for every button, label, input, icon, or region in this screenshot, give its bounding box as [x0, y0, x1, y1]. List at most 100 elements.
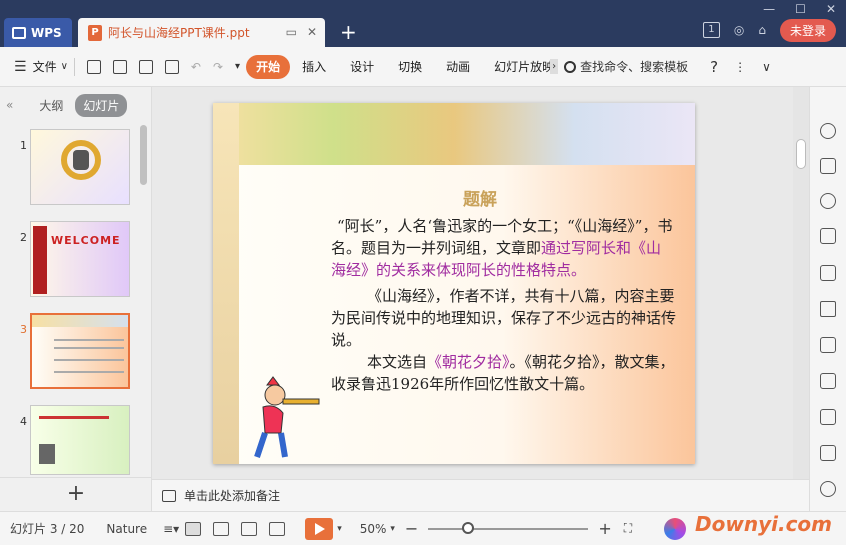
slide-editing-canvas: 题解 “阿长”，人名‘鲁迅家的一个女工；“《山海经》”，书名。题目为一并列词组，…: [152, 87, 809, 479]
zoom-slider-knob[interactable]: [462, 521, 475, 534]
more-options-icon[interactable]: ⋮: [734, 60, 746, 74]
star-icon[interactable]: [820, 123, 836, 139]
tab-start[interactable]: 开始: [246, 54, 291, 79]
reading-view-icon[interactable]: [241, 521, 258, 536]
settings-icon[interactable]: [820, 228, 836, 244]
thumbnail-row[interactable]: 1: [0, 129, 150, 207]
image-gallery-icon[interactable]: [820, 265, 836, 281]
status-bar: 幻灯片 3 / 20 Nature ≡▾ ▾ 50% ▾ − + ⛶ Downy…: [0, 511, 846, 545]
collapse-panel-icon[interactable]: «: [6, 98, 13, 112]
notes-placeholder[interactable]: 单击此处添加备注: [184, 487, 280, 504]
print-icon[interactable]: [138, 59, 153, 74]
hamburger-icon[interactable]: ☰: [14, 59, 27, 75]
add-slide-button[interactable]: +: [0, 477, 152, 511]
check-icon[interactable]: [820, 481, 836, 497]
current-slide[interactable]: 题解 “阿长”，人名‘鲁迅家的一个女工；“《山海经》”，书名。题目为一并列词组，…: [213, 103, 695, 464]
new-tab-plus-icon[interactable]: +: [340, 20, 357, 44]
tab-slides[interactable]: 幻灯片: [75, 93, 128, 117]
redo-icon[interactable]: ↷: [213, 60, 223, 74]
slide-paragraph-1[interactable]: “阿长”，人名‘鲁迅家的一个女工；“《山海经》”，书名。题目为一并列词组，文章即…: [331, 215, 676, 281]
save-icon[interactable]: [86, 59, 101, 74]
customize-icon[interactable]: ▾: [235, 61, 240, 72]
share-icon[interactable]: [820, 373, 836, 389]
thumbnail-number: 4: [20, 415, 27, 428]
paragraph-3-highlight: 《朝花夕拾》: [427, 353, 510, 371]
sound-icon[interactable]: [820, 445, 836, 461]
canvas-scrollbar[interactable]: [793, 87, 809, 479]
skin-icon[interactable]: ⌂: [758, 23, 766, 37]
play-options-icon[interactable]: ▾: [337, 524, 342, 534]
zoom-slider[interactable]: [428, 521, 589, 534]
wps-home-label: WPS: [31, 25, 62, 40]
search-icon: [564, 60, 577, 73]
cloud-sync-icon[interactable]: ◎: [734, 23, 744, 37]
slide-banner-image: [213, 103, 695, 165]
watermark-text: Downyi.com: [695, 512, 832, 536]
play-slideshow-button[interactable]: [305, 517, 334, 540]
thumbnail-row[interactable]: 2 WELCOME: [0, 221, 150, 299]
tab-insert[interactable]: 插入: [290, 55, 338, 79]
thumbnail-welcome-text: WELCOME: [51, 234, 121, 247]
slide-left-decoration: [213, 103, 239, 464]
thumbnail-number: 3: [20, 323, 27, 336]
thumbnail-number: 1: [20, 139, 27, 152]
notes-bar[interactable]: 单击此处添加备注: [152, 479, 809, 511]
wps-logo-icon: [12, 26, 26, 39]
login-button[interactable]: 未登录: [779, 18, 836, 42]
present-view-icon[interactable]: [269, 521, 286, 536]
format-painter-icon[interactable]: [112, 59, 127, 74]
fit-window-icon[interactable]: ⛶: [624, 521, 632, 536]
canvas-scroll-thumb[interactable]: [796, 139, 806, 169]
command-search[interactable]: 查找命令、搜索模板: [564, 58, 688, 75]
command-search-label: 查找命令、搜索模板: [580, 60, 689, 74]
slide-thumbnail[interactable]: WELCOME: [30, 221, 130, 297]
tab-slideshow[interactable]: 幻灯片放映: [482, 55, 550, 79]
zoom-out-icon[interactable]: −: [405, 519, 418, 538]
title-bar: WPS P 阿长与山海经PPT课件.ppt ▭ ✕ + — ☐ ✕ 1 ◎ ⌂ …: [0, 0, 846, 47]
slide-counter: 幻灯片 3 / 20: [10, 522, 85, 536]
help-icon[interactable]: ?: [710, 58, 718, 76]
slide-paragraph-3[interactable]: 本文选自《朝花夕拾》。《朝花夕拾》，散文集，收录鲁迅1926年所作回忆性散文十篇…: [331, 351, 676, 395]
wps-home-tab[interactable]: WPS: [4, 18, 72, 47]
thumbnail-number: 2: [20, 231, 27, 244]
note-icon: [162, 489, 176, 502]
document-tab[interactable]: P 阿长与山海经PPT课件.ppt ▭ ✕: [78, 18, 325, 47]
tab-animation[interactable]: 动画: [434, 55, 482, 79]
shape-icon[interactable]: [820, 193, 836, 209]
tab-outline[interactable]: 大纲: [31, 94, 71, 117]
file-menu[interactable]: 文件: [27, 55, 61, 79]
tab-close-icon[interactable]: ✕: [307, 25, 317, 39]
tab-design[interactable]: 设计: [338, 55, 386, 79]
collapse-ribbon-icon[interactable]: ∨: [762, 60, 771, 74]
thumbnail-row[interactable]: 4: [0, 405, 150, 483]
tab-transition[interactable]: 切换: [386, 55, 434, 79]
chevron-down-icon[interactable]: ∨: [61, 61, 68, 72]
slide-thumbnail[interactable]: [30, 129, 130, 205]
zoom-options-icon[interactable]: ▾: [390, 524, 395, 534]
zoom-in-icon[interactable]: +: [598, 519, 611, 538]
divider: [73, 57, 75, 76]
slide-thumbnail-selected[interactable]: [30, 313, 130, 389]
favorite-icon[interactable]: [820, 301, 836, 317]
thumbnail-row[interactable]: 3: [0, 313, 150, 391]
right-tool-panel: [809, 87, 846, 511]
more-tabs-icon[interactable]: ›: [550, 59, 559, 74]
paragraph-3-text: 本文选自: [367, 353, 428, 371]
copy-icon[interactable]: [820, 158, 836, 174]
slide-sorter-icon[interactable]: [213, 521, 230, 536]
notes-toggle-icon[interactable]: ≡▾: [163, 522, 179, 536]
undo-icon[interactable]: ↶: [191, 60, 201, 74]
archive-icon[interactable]: [820, 337, 836, 353]
slide-paragraph-2[interactable]: 《山海经》，作者不详，共有十八篇，内容主要为民间传说中的地理知识，保存了不少远古…: [331, 285, 676, 351]
watermark-logo-icon: [664, 518, 686, 540]
theme-name[interactable]: Nature: [106, 522, 147, 536]
window-count-badge[interactable]: 1: [702, 22, 720, 38]
slide-thumbnail-panel: « 大纲 幻灯片 1 2 WELCOME 3 4 +: [0, 87, 152, 511]
tab-window-icon[interactable]: ▭: [286, 25, 297, 39]
normal-view-icon[interactable]: [185, 521, 202, 536]
slide-title[interactable]: 题解: [463, 185, 497, 210]
zoom-level[interactable]: 50%: [360, 522, 387, 536]
picture-icon[interactable]: [820, 409, 836, 425]
print-preview-icon[interactable]: [164, 59, 179, 74]
slide-thumbnail[interactable]: [30, 405, 130, 475]
